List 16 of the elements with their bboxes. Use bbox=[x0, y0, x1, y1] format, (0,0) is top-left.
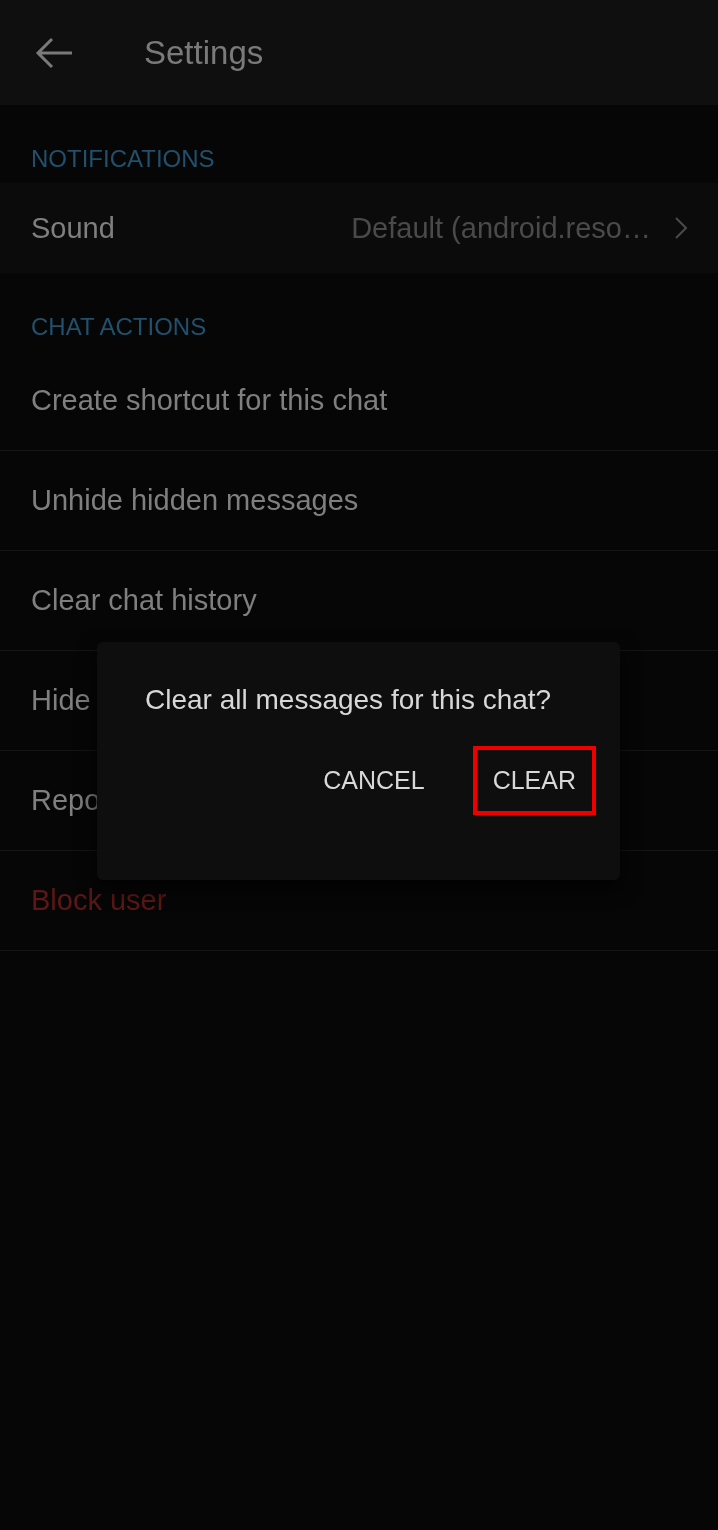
menu-item[interactable]: Unhide hidden messages bbox=[31, 484, 359, 517]
row-label: Sound bbox=[31, 211, 116, 245]
dialog-button[interactable]: CLEAR bbox=[472, 746, 596, 815]
section-header: NOTIFICATIONS bbox=[30, 144, 216, 174]
screen-title: Settings bbox=[144, 33, 264, 72]
menu-item[interactable]: Repo bbox=[31, 784, 101, 817]
section-header: CHAT ACTIONS bbox=[30, 312, 208, 342]
settings-row[interactable]: Sound Default (android.reso… bbox=[0, 183, 718, 273]
menu-item[interactable]: Clear chat history bbox=[31, 584, 257, 617]
chevron-icon bbox=[675, 217, 687, 239]
row-value: Default (android.reso… bbox=[351, 211, 651, 245]
back-arrow-icon[interactable] bbox=[34, 36, 74, 69]
dialog-message: Clear all messages for this chat? bbox=[145, 683, 553, 717]
dialog-button[interactable]: CANCEL bbox=[303, 746, 445, 815]
menu-item[interactable]: Create shortcut for this chat bbox=[31, 384, 388, 417]
menu-item[interactable]: Hide bbox=[31, 684, 91, 717]
